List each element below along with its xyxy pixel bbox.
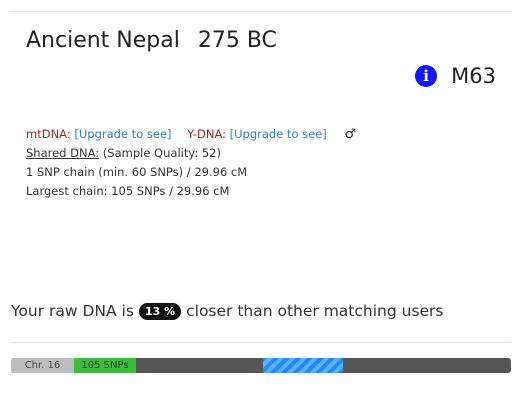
bottom-divider	[10, 342, 511, 343]
largest-chain-line: Largest chain: 105 SNPs / 29.96 cM	[26, 184, 230, 198]
raw-dna-prefix: Your raw DNA is	[11, 302, 134, 320]
chromosome-label: Chr. 16	[11, 358, 74, 373]
sample-title: Ancient Nepal 275 BC	[26, 28, 277, 53]
shared-segment[interactable]	[263, 358, 343, 373]
mtdna-label: mtDNA:	[26, 127, 71, 141]
mtdna-upgrade-link[interactable]: [Upgrade to see]	[74, 127, 171, 141]
sample-quality: (Sample Quality: 52)	[102, 146, 221, 160]
snp-count-label: 105 SNPs	[74, 358, 136, 373]
raw-dna-suffix: closer than other matching users	[186, 302, 444, 320]
percent-badge: 13 %	[138, 302, 182, 320]
shared-dna-line: Shared DNA: (Sample Quality: 52)	[26, 144, 356, 163]
haplogroup-row: i M63	[415, 64, 496, 88]
info-icon[interactable]: i	[415, 65, 438, 87]
male-icon: ♂	[344, 127, 357, 142]
sample-date: 275 BC	[197, 28, 277, 53]
chromosome-bar[interactable]: Chr. 16 105 SNPs	[11, 358, 511, 373]
haplogroup-links-line: mtDNA: [Upgrade to see] Y-DNA: [Upgrade …	[26, 125, 356, 144]
snp-chain-line: 1 SNP chain (min. 60 SNPs) / 29.96 cM	[26, 165, 248, 179]
ydna-upgrade-link[interactable]: [Upgrade to see]	[230, 127, 327, 141]
top-divider	[10, 11, 511, 12]
sample-region: Ancient Nepal	[26, 28, 180, 53]
ydna-label: Y-DNA:	[187, 127, 226, 141]
haplogroup-label: M63	[451, 64, 496, 88]
shared-dna-label: Shared DNA:	[26, 146, 100, 160]
raw-dna-comparison: Your raw DNA is 13 % closer than other m…	[11, 302, 444, 320]
sample-details: mtDNA: [Upgrade to see] Y-DNA: [Upgrade …	[26, 125, 356, 201]
